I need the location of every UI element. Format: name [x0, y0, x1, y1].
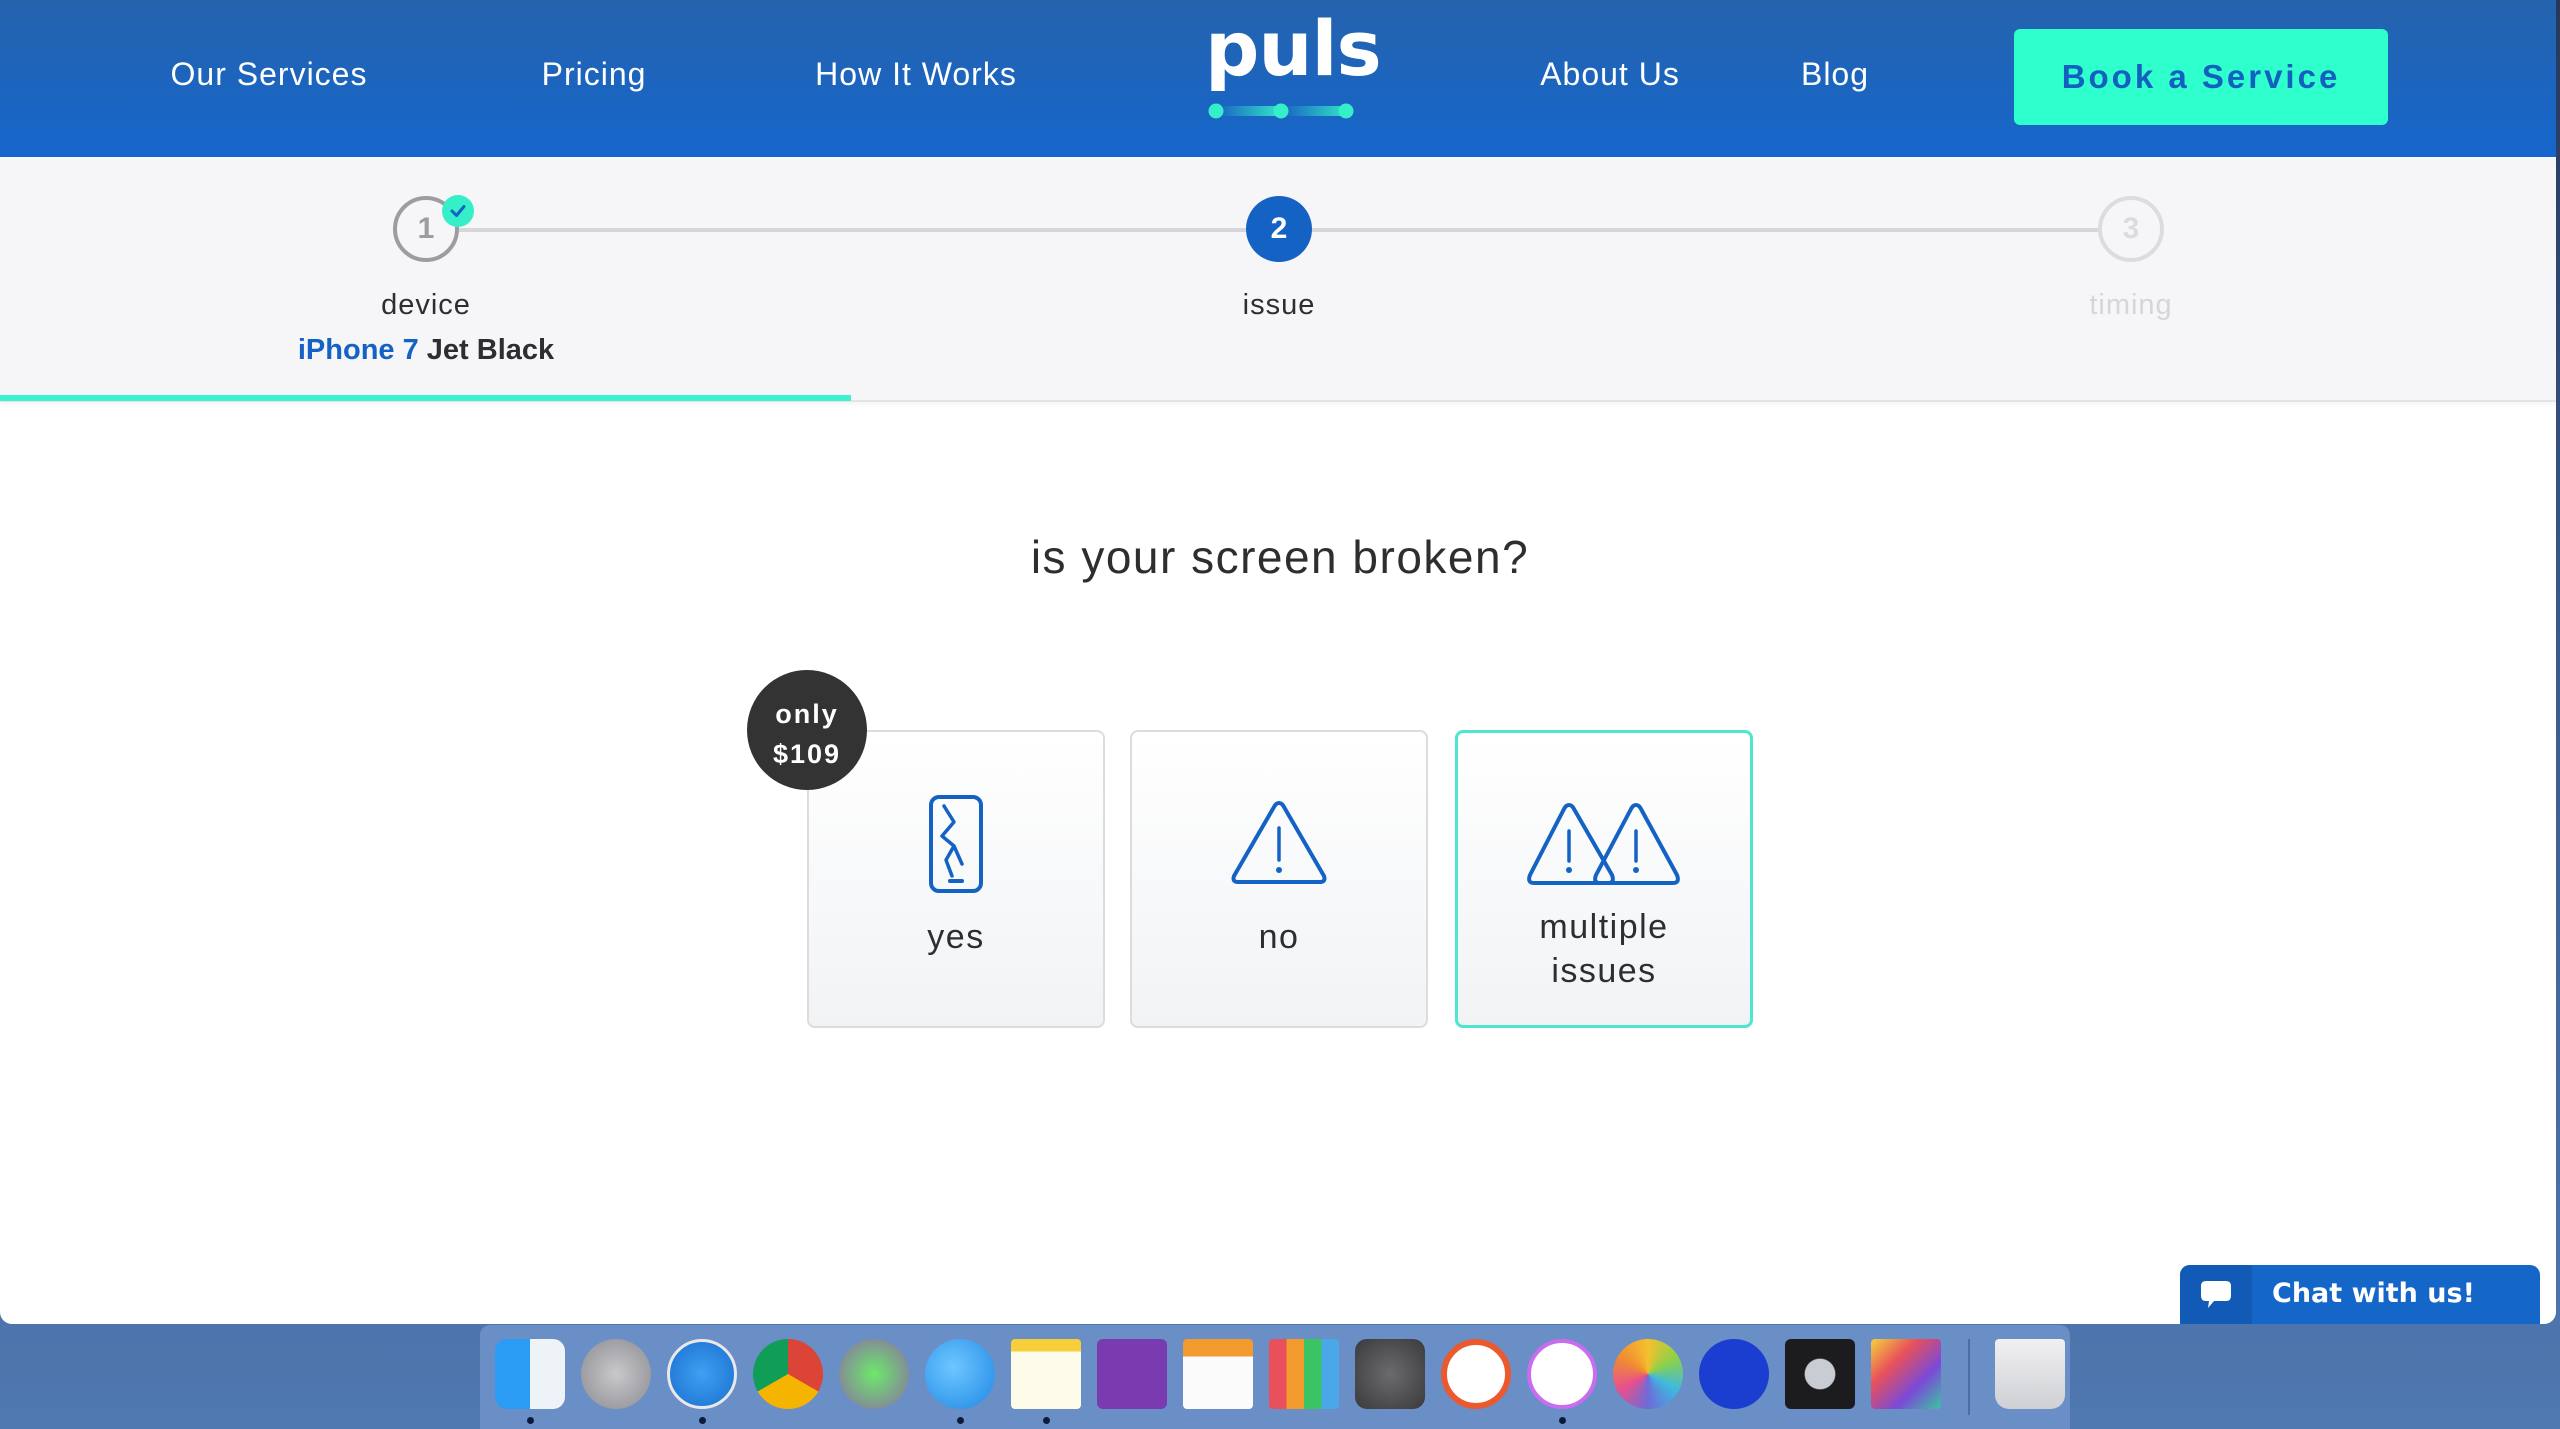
- dock-system-preferences-icon[interactable]: [1355, 1339, 1425, 1409]
- dock-pages-icon[interactable]: [1183, 1339, 1253, 1409]
- cracked-phone-icon: [809, 794, 1103, 894]
- dock-numbers-icon[interactable]: [1269, 1339, 1339, 1409]
- option-multiple-issues[interactable]: multiple issues: [1455, 730, 1753, 1028]
- price-badge: only $109: [747, 670, 867, 790]
- label-line-2: issues: [1551, 952, 1657, 990]
- warning-icon: [1132, 798, 1426, 886]
- step-3-circle: 3: [2098, 196, 2164, 262]
- step-2-number: 2: [1270, 212, 1288, 245]
- device-color: Jet Black: [426, 334, 555, 366]
- dock-separator: [1968, 1339, 1970, 1415]
- step-connector: [1312, 228, 2098, 232]
- dock-chrome-icon[interactable]: [753, 1339, 823, 1409]
- dock-screen-recorder-icon[interactable]: [1699, 1339, 1769, 1409]
- step-1-number: 1: [417, 212, 435, 245]
- option-multiple-issues-label: multiple issues: [1458, 905, 1750, 993]
- progress-stepper: 1 device iPhone 7 Jet Black 2 issue 3 ti…: [0, 157, 2556, 402]
- nav-about-us[interactable]: About Us: [1540, 56, 1680, 93]
- device-model: iPhone 7: [297, 334, 419, 366]
- macos-dock: [480, 1325, 2070, 1429]
- label-line-1: multiple: [1539, 908, 1669, 946]
- step-2-label: issue: [1242, 289, 1316, 321]
- dock-photos-icon[interactable]: [1613, 1339, 1683, 1409]
- dock-finder-icon[interactable]: [495, 1339, 565, 1409]
- nav-our-services[interactable]: Our Services: [171, 56, 368, 93]
- step-3-number: 3: [2122, 212, 2140, 245]
- dock-running-indicator: [957, 1417, 964, 1424]
- progress-bar: [0, 395, 2556, 401]
- chat-bubble-icon: [2180, 1265, 2252, 1324]
- step-1-label: device: [381, 289, 471, 321]
- dock-running-indicator: [699, 1417, 706, 1424]
- browser-page: Our Services Pricing How It Works puls A…: [0, 0, 2556, 1324]
- dock-logic-pro-icon[interactable]: [1785, 1339, 1855, 1409]
- option-yes-label: yes: [927, 918, 985, 956]
- logo-dots-icon: [1208, 103, 1354, 119]
- step-3-label: timing: [2089, 289, 2173, 321]
- nav-how-it-works[interactable]: How It Works: [815, 56, 1017, 93]
- step-connector: [459, 228, 1246, 232]
- dock-tor-browser-icon[interactable]: [839, 1339, 909, 1409]
- puls-logo[interactable]: puls: [1205, 0, 1382, 130]
- logo-text: puls: [1205, 4, 1382, 93]
- chat-widget-button[interactable]: Chat with us!: [2180, 1265, 2540, 1324]
- dock-onenote-icon[interactable]: [1097, 1339, 1167, 1409]
- nav-blog[interactable]: Blog: [1801, 56, 1869, 93]
- dock-itunes-icon[interactable]: [1527, 1339, 1597, 1409]
- selected-device[interactable]: iPhone 7 Jet Black: [298, 334, 554, 367]
- chat-label: Chat with us!: [2272, 1278, 2475, 1309]
- price-badge-prefix: only: [775, 699, 839, 729]
- step-2-circle: 2: [1246, 196, 1312, 262]
- progress-bar-fill: [0, 395, 852, 401]
- site-header: Our Services Pricing How It Works puls A…: [0, 0, 2556, 157]
- question-title: is your screen broken?: [1030, 531, 1530, 583]
- dock-trash-icon[interactable]: [1995, 1339, 2065, 1409]
- option-no-label: no: [1258, 918, 1300, 956]
- book-a-service-button[interactable]: Book a Service: [2014, 29, 2388, 125]
- dock-running-indicator: [527, 1417, 534, 1424]
- price-badge-amount: $109: [772, 739, 842, 769]
- dock-final-cut-pro-icon[interactable]: [1871, 1339, 1941, 1409]
- dock-running-indicator: [1559, 1417, 1566, 1424]
- dock-running-indicator: [1043, 1417, 1050, 1424]
- dock-messages-icon[interactable]: [925, 1339, 995, 1409]
- nav-pricing[interactable]: Pricing: [542, 56, 647, 93]
- double-warning-icon: [1458, 801, 1750, 887]
- dock-notes-icon[interactable]: [1011, 1339, 1081, 1409]
- dock-launchpad-icon[interactable]: [581, 1339, 651, 1409]
- checkmark-icon: [442, 195, 474, 227]
- option-no[interactable]: no: [1130, 730, 1428, 1028]
- dock-safari-icon[interactable]: [667, 1339, 737, 1409]
- option-yes[interactable]: yes: [807, 730, 1105, 1028]
- dock-timing-icon[interactable]: [1441, 1339, 1511, 1409]
